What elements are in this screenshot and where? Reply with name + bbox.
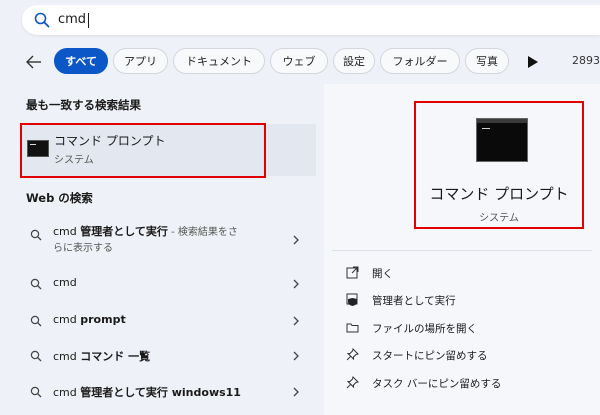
web-result-bold: prompt — [80, 313, 126, 326]
action-label: ファイルの場所を開く — [372, 323, 477, 335]
filter-settings[interactable]: 設定 — [333, 48, 375, 74]
web-result-text: cmd prompt — [53, 313, 126, 326]
web-result[interactable]: cmd 管理者として実行 - 検索結果をさ らに表示する — [20, 222, 316, 260]
web-result-text: cmd — [53, 276, 77, 289]
action-label: 開く — [372, 268, 393, 280]
web-result[interactable]: cmd 管理者として実行 windows11 — [20, 381, 316, 403]
filter-documents[interactable]: ドキュメント — [173, 48, 265, 74]
filter-folders[interactable]: フォルダー — [380, 48, 460, 74]
web-result[interactable]: cmd — [20, 273, 316, 295]
more-filters-icon[interactable] — [528, 56, 538, 68]
search-icon — [30, 386, 42, 398]
web-result-bold: 管理者として実行 — [80, 225, 168, 238]
search-bar[interactable]: cmd — [22, 5, 600, 35]
open-icon — [346, 266, 359, 279]
web-result-query: cmd — [53, 276, 77, 289]
web-result-bold: コマンド 一覧 — [80, 350, 151, 363]
highlight-box-detail — [414, 101, 584, 229]
web-result[interactable]: cmd コマンド 一覧 — [20, 345, 316, 367]
chevron-right-icon — [293, 351, 299, 361]
divider — [332, 250, 592, 251]
pin-icon — [346, 348, 359, 361]
search-icon — [34, 12, 50, 28]
web-result-text: cmd 管理者として実行 - 検索結果をさ らに表示する — [53, 224, 283, 256]
search-icon — [30, 229, 42, 241]
search-input[interactable]: cmd — [58, 12, 86, 27]
result-count: 2893 — [572, 54, 600, 67]
filter-row: すべて アプリ ドキュメント ウェブ 設定 フォルダー 写真 2893 — [0, 48, 600, 76]
chevron-right-icon — [293, 235, 299, 245]
best-match-heading: 最も一致する検索結果 — [26, 98, 141, 112]
web-result-query: cmd — [53, 350, 81, 363]
web-result[interactable]: cmd prompt — [20, 310, 316, 332]
web-result-query: cmd — [53, 313, 81, 326]
web-result-text: cmd 管理者として実行 windows11 — [53, 384, 241, 400]
web-result-desc-line2: らに表示する — [53, 243, 113, 254]
search-icon — [30, 315, 42, 327]
web-result-bold: 管理者として実行 windows11 — [80, 386, 241, 399]
search-icon — [30, 350, 42, 362]
back-arrow-icon[interactable] — [24, 52, 44, 72]
chevron-right-icon — [293, 316, 299, 326]
filter-all[interactable]: すべて — [54, 48, 108, 74]
filter-web[interactable]: ウェブ — [270, 48, 328, 74]
web-result-query: cmd — [53, 225, 81, 238]
text-cursor — [88, 13, 89, 28]
web-result-query: cmd — [53, 386, 81, 399]
action-label: スタートにピン留めする — [372, 350, 488, 362]
highlight-box-best-match — [20, 123, 266, 178]
filter-apps[interactable]: アプリ — [113, 48, 168, 74]
web-result-desc: - 検索結果をさ — [167, 227, 238, 238]
search-icon — [30, 278, 42, 290]
action-label: 管理者として実行 — [372, 295, 456, 307]
chevron-right-icon — [293, 387, 299, 397]
shield-icon — [346, 293, 358, 306]
pin-icon — [346, 376, 359, 389]
web-search-heading: Web の検索 — [26, 191, 93, 205]
action-label: タスク バーにピン留めする — [372, 378, 502, 390]
chevron-right-icon — [293, 279, 299, 289]
web-result-text: cmd コマンド 一覧 — [53, 348, 150, 364]
folder-icon — [346, 323, 359, 333]
filter-photos[interactable]: 写真 — [465, 48, 509, 74]
